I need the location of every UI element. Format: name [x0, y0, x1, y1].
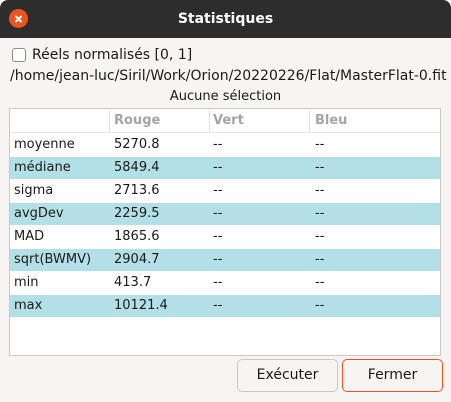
table-row[interactable]: sigma 2713.6 -- -- — [10, 180, 440, 202]
green-value: -- — [213, 183, 223, 198]
blue-value: -- — [315, 206, 325, 221]
table-row[interactable]: moyenne 5270.8 -- -- — [10, 134, 440, 156]
column-separator — [209, 110, 210, 132]
stat-name: sqrt(BWMV) — [14, 252, 92, 267]
red-value: 2713.6 — [114, 183, 160, 198]
red-value: 5849.4 — [114, 160, 160, 175]
stat-name: max — [14, 298, 43, 313]
blue-value: -- — [315, 183, 325, 198]
stat-name: moyenne — [14, 137, 75, 152]
statistics-dialog: Statistiques Réels normalisés [0, 1] /ho… — [0, 0, 451, 402]
table-row[interactable]: min 413.7 -- -- — [10, 272, 440, 294]
table-row[interactable]: MAD 1865.6 -- -- — [10, 226, 440, 248]
blue-value: -- — [315, 160, 325, 175]
table-header: Rouge Vert Bleu — [10, 110, 440, 133]
table-row[interactable]: max 10121.4 -- -- — [10, 295, 440, 317]
red-value: 413.7 — [114, 275, 152, 290]
normalized-label: Réels normalisés [0, 1] — [32, 47, 193, 63]
execute-button[interactable]: Exécuter — [237, 359, 338, 392]
red-value: 1865.6 — [114, 229, 160, 244]
table-row[interactable]: avgDev 2259.5 -- -- — [10, 203, 440, 225]
column-header-green[interactable]: Vert — [213, 110, 244, 132]
selection-status: Aucune sélection — [169, 89, 282, 104]
stat-name: avgDev — [14, 206, 64, 221]
red-value: 2904.7 — [114, 252, 160, 267]
column-header-red[interactable]: Rouge — [114, 110, 160, 132]
table-row[interactable]: médiane 5849.4 -- -- — [10, 157, 440, 179]
close-button[interactable]: Fermer — [342, 359, 443, 392]
file-path: /home/jean-luc/Siril/Work/Orion/20220226… — [10, 68, 447, 84]
red-value: 5270.8 — [114, 137, 160, 152]
green-value: -- — [213, 298, 223, 313]
green-value: -- — [213, 275, 223, 290]
green-value: -- — [213, 160, 223, 175]
stat-name: min — [14, 275, 39, 290]
green-value: -- — [213, 206, 223, 221]
blue-value: -- — [315, 298, 325, 313]
stat-name: médiane — [14, 160, 71, 175]
red-value: 2259.5 — [114, 206, 160, 221]
blue-value: -- — [315, 137, 325, 152]
stat-name: MAD — [14, 229, 45, 244]
blue-value: -- — [315, 229, 325, 244]
column-separator — [309, 110, 310, 132]
column-header-blue[interactable]: Bleu — [315, 110, 347, 132]
green-value: -- — [213, 137, 223, 152]
normalized-checkbox[interactable] — [12, 48, 26, 62]
red-value: 10121.4 — [114, 298, 168, 313]
green-value: -- — [213, 252, 223, 267]
table-row[interactable]: sqrt(BWMV) 2904.7 -- -- — [10, 249, 440, 271]
column-separator — [109, 110, 110, 132]
green-value: -- — [213, 229, 223, 244]
window-title: Statistiques — [177, 11, 274, 27]
normalized-option[interactable]: Réels normalisés [0, 1] — [12, 46, 192, 64]
blue-value: -- — [315, 275, 325, 290]
blue-value: -- — [315, 252, 325, 267]
statistics-table: Rouge Vert Bleu moyenne 5270.8 -- -- méd… — [9, 108, 441, 356]
title-bar: Statistiques — [0, 0, 451, 38]
stat-name: sigma — [14, 183, 54, 198]
